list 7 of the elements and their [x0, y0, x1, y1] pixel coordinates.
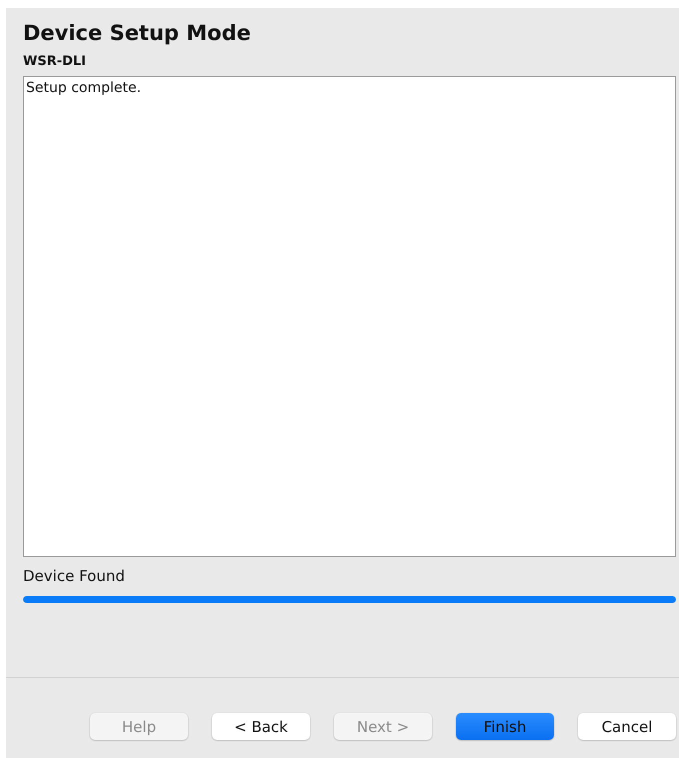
dialog-button[interactable]: Cancel: [578, 713, 676, 740]
finish-button[interactable]: Finish: [456, 713, 554, 740]
status-label: Device Found: [23, 567, 126, 585]
dialog-button[interactable]: < Back: [212, 713, 310, 740]
log-field[interactable]: Setup complete.: [23, 76, 676, 557]
dialog-title: Device Setup Mode: [23, 20, 252, 46]
device-name: WSR-DLI: [23, 54, 88, 70]
